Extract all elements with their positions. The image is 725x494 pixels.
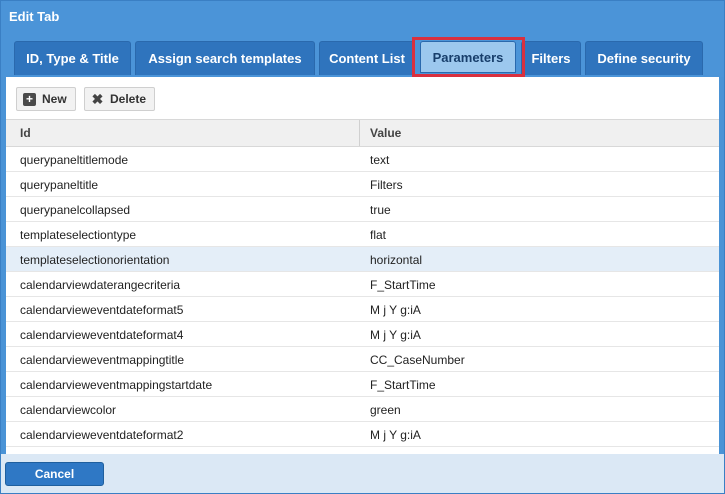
row-value: M j Y g:iA <box>370 328 421 342</box>
close-icon: ✖ <box>91 90 104 107</box>
row-value: green <box>370 403 401 417</box>
dialog-title: Edit Tab <box>9 9 60 24</box>
table-row[interactable]: templateselectiontype flat <box>6 222 719 247</box>
tab-content-list[interactable]: Content List <box>319 41 415 75</box>
tab-define-security[interactable]: Define security <box>585 41 703 75</box>
row-id: calendarvieweventdateformat4 <box>20 328 184 342</box>
table-row[interactable]: calendarvieweventdateformat2 M j Y g:iA <box>6 422 719 447</box>
row-value: M j Y g:iA <box>370 303 421 317</box>
tab-filters[interactable]: Filters <box>521 41 581 75</box>
parameters-grid: Id Value querypaneltitlemode text queryp… <box>6 119 719 454</box>
plus-icon: + <box>23 92 36 106</box>
table-row[interactable]: calendarviewcolor green <box>6 397 719 422</box>
table-row[interactable]: calendarvieweventmappingtitle CC_CaseNum… <box>6 347 719 372</box>
new-button[interactable]: + New <box>16 87 76 111</box>
column-divider[interactable] <box>359 120 360 146</box>
row-id: calendarviewdaterangecriteria <box>20 278 181 292</box>
row-value: M j Y g:iA <box>370 428 421 442</box>
row-id: calendarvieweventmappingtitle <box>20 353 185 367</box>
grid-header: Id Value <box>6 119 719 147</box>
edit-tab-dialog: Edit Tab ID, Type & Title Assign search … <box>0 0 725 494</box>
table-row[interactable]: querypanelcollapsed true <box>6 197 719 222</box>
row-value: flat <box>370 228 387 242</box>
row-value: text <box>370 153 390 167</box>
table-row[interactable]: calendarvieweventmappingstartdate F_Star… <box>6 372 719 397</box>
delete-button-label: Delete <box>110 92 147 106</box>
row-id: querypaneltitle <box>20 178 99 192</box>
table-row-highlighted[interactable]: templateselectionorientation horizontal <box>6 247 719 272</box>
table-row[interactable]: querypaneltitlemode text <box>6 147 719 172</box>
row-value: Filters <box>370 178 403 192</box>
row-value: F_StartTime <box>370 378 436 392</box>
dialog-footer: Cancel <box>1 454 724 493</box>
row-value: F_StartTime <box>370 278 436 292</box>
row-value: true <box>370 203 391 217</box>
row-value: CC_CaseNumber <box>370 353 465 367</box>
table-row[interactable]: calendarvieweventdateformat4 M j Y g:iA <box>6 322 719 347</box>
tab-assign-search-templates[interactable]: Assign search templates <box>135 41 315 75</box>
row-id: calendarvieweventdateformat2 <box>20 428 184 442</box>
new-button-label: New <box>42 92 67 106</box>
row-id: querypaneltitlemode <box>20 153 129 167</box>
tab-id-type-title[interactable]: ID, Type & Title <box>14 41 131 75</box>
table-row[interactable]: calendarviewdaterangecriteria F_StartTim… <box>6 272 719 297</box>
grid-toolbar: + New ✖ Delete <box>6 77 719 119</box>
table-row[interactable]: calendarvieweventdateformat5 M j Y g:iA <box>6 297 719 322</box>
row-value: horizontal <box>370 253 423 267</box>
tab-strip: ID, Type & Title Assign search templates… <box>1 31 724 77</box>
row-id: calendarvieweventdateformat5 <box>20 303 184 317</box>
column-header-value[interactable]: Value <box>370 120 401 146</box>
row-id: calendarviewcolor <box>20 403 117 417</box>
dialog-titlebar: Edit Tab <box>1 1 724 31</box>
row-id: templateselectionorientation <box>20 253 170 267</box>
parameters-panel: + New ✖ Delete Id Value querypaneltitlem… <box>6 77 719 454</box>
table-row[interactable]: querypaneltitle Filters <box>6 172 719 197</box>
cancel-button[interactable]: Cancel <box>5 462 104 486</box>
row-id: calendarvieweventmappingstartdate <box>20 378 213 392</box>
row-id: querypanelcollapsed <box>20 203 131 217</box>
delete-button[interactable]: ✖ Delete <box>84 87 156 111</box>
row-id: templateselectiontype <box>20 228 137 242</box>
column-header-id[interactable]: Id <box>20 120 31 146</box>
tab-parameters[interactable]: Parameters <box>420 41 516 73</box>
